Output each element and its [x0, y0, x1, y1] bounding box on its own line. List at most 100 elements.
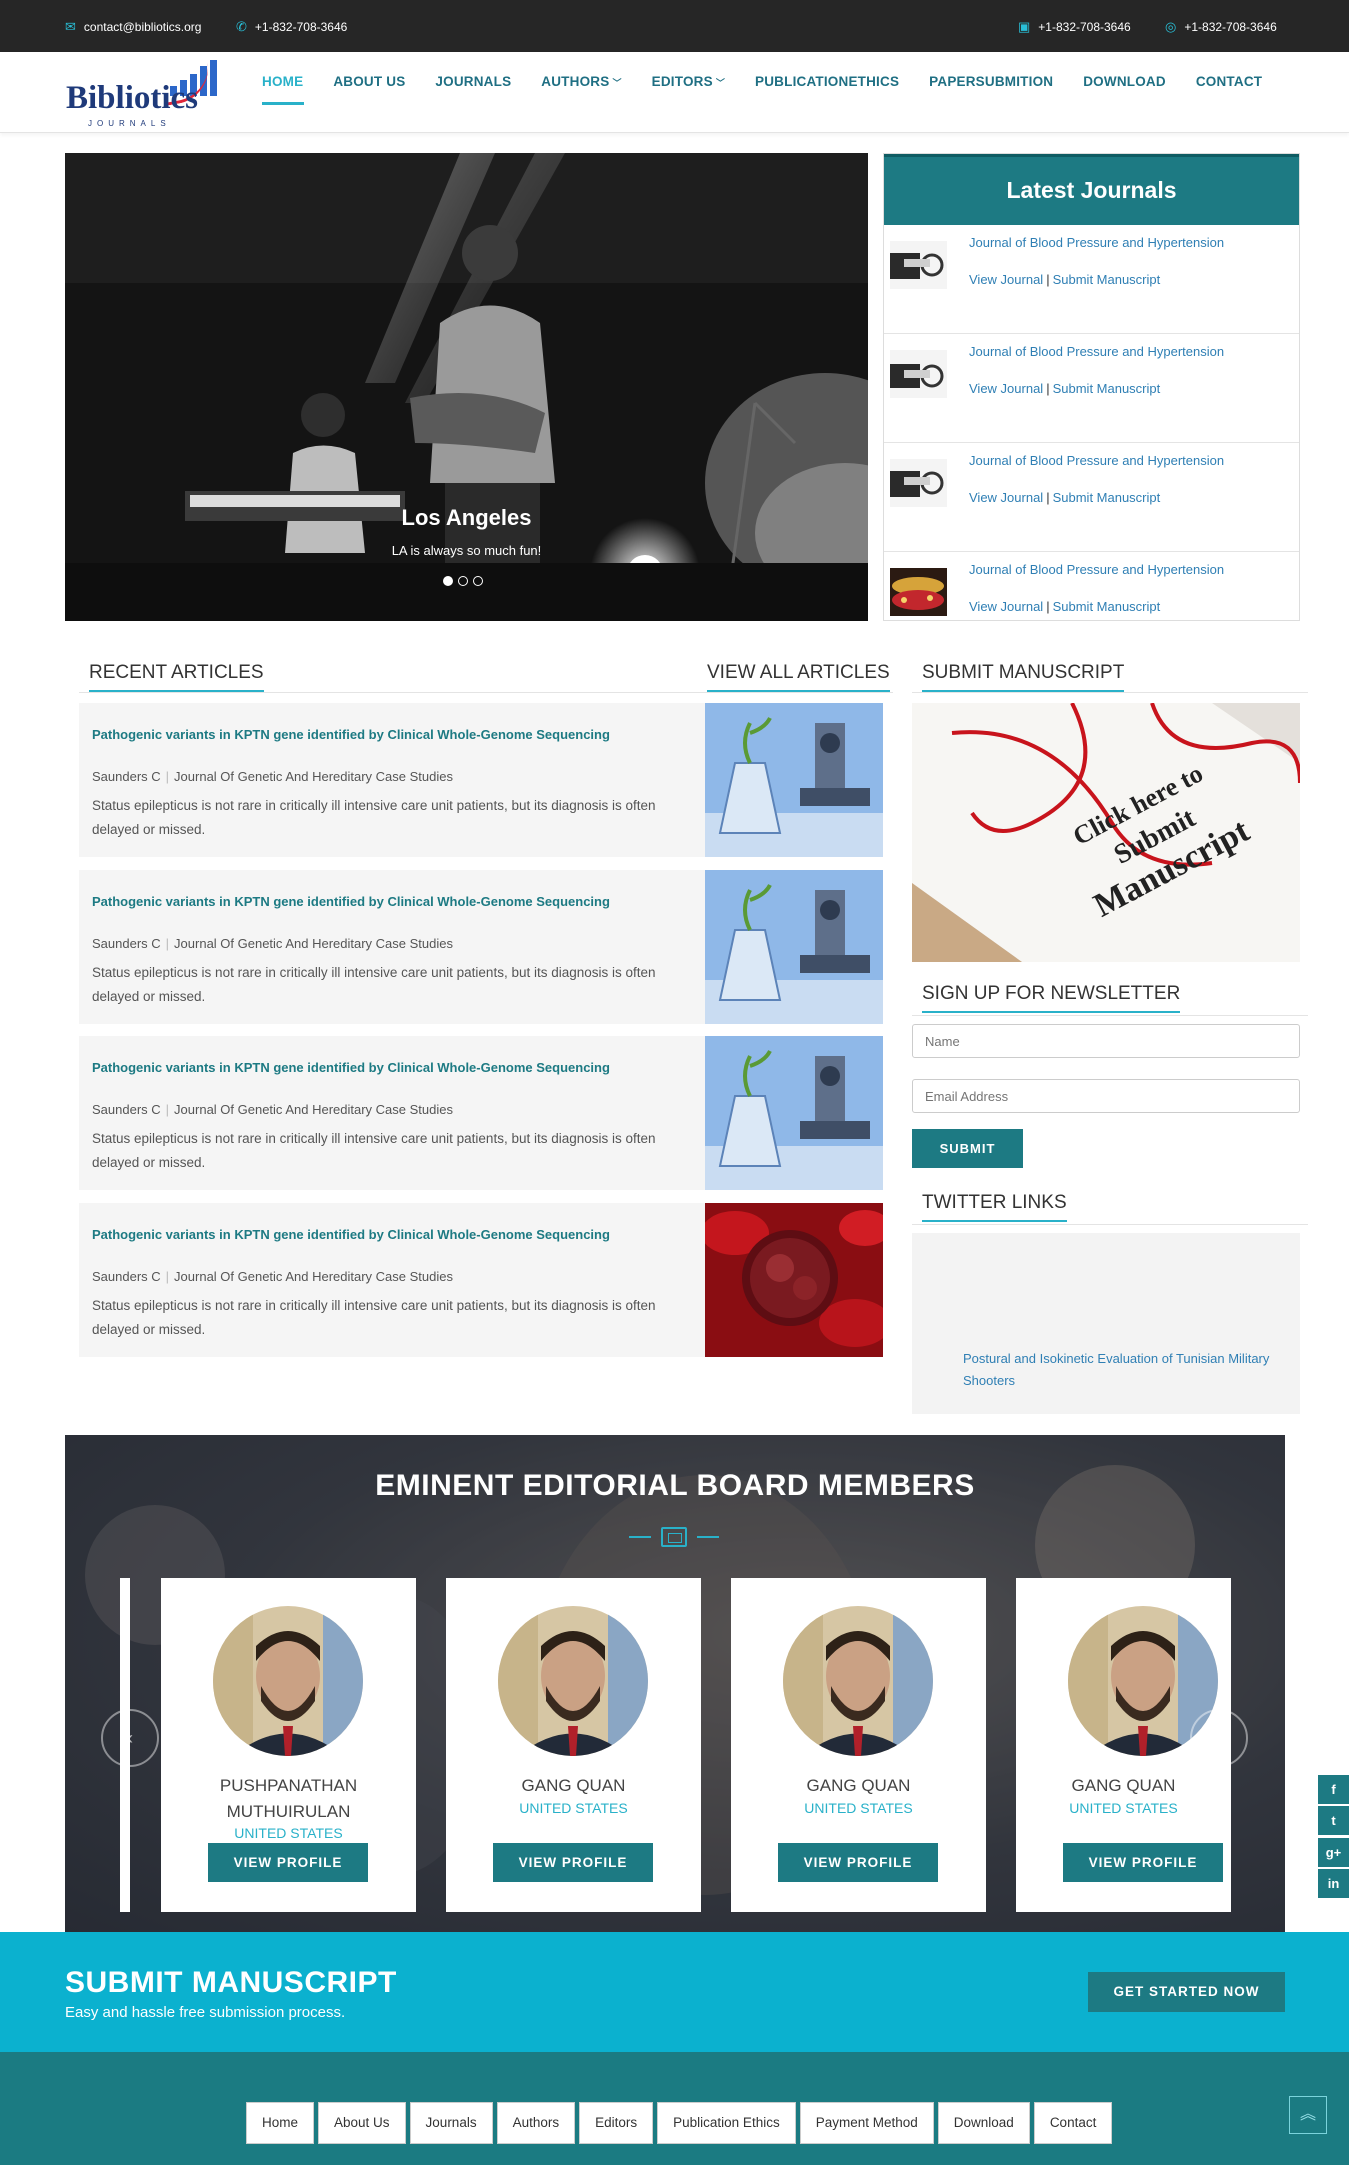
- topbar-phone[interactable]: ✆ +1-832-708-3646: [236, 19, 347, 35]
- topbar-fax[interactable]: ▣ +1-832-708-3646: [1018, 19, 1131, 35]
- view-journal-link[interactable]: View Journal: [969, 490, 1043, 505]
- footer-link-contact[interactable]: Contact: [1033, 2102, 1113, 2144]
- twitter-feed: Postural and Isokinetic Evaluation of Tu…: [912, 1233, 1300, 1414]
- journal-thumbnail[interactable]: [890, 241, 947, 289]
- article-title-link[interactable]: Pathogenic variants in KPTN gene identif…: [92, 1057, 632, 1079]
- whatsapp-text: +1-832-708-3646: [1184, 20, 1277, 34]
- board-title: EMINENT EDITORIAL BOARD MEMBERS: [375, 1469, 975, 1502]
- nav-contact[interactable]: CONTACT: [1196, 74, 1262, 89]
- journal-item: Journal of Blood Pressure and Hypertensi…: [884, 552, 1299, 661]
- topbar-whatsapp[interactable]: ◎ +1-832-708-3646: [1165, 19, 1277, 35]
- article-title-link[interactable]: Pathogenic variants in KPTN gene identif…: [92, 891, 632, 913]
- submit-manuscript-banner[interactable]: Click here to Submit Manuscript: [912, 703, 1300, 962]
- submit-manuscript-link[interactable]: Submit Manuscript: [1053, 599, 1161, 614]
- footer-link-journals[interactable]: Journals: [409, 2102, 493, 2144]
- topbar-email[interactable]: ✉ contact@bibliotics.org: [65, 19, 201, 35]
- journal-title-link[interactable]: Journal of Blood Pressure and Hypertensi…: [969, 344, 1224, 359]
- footer-link-editors[interactable]: Editors: [579, 2102, 654, 2144]
- journal-thumbnail[interactable]: [890, 350, 947, 398]
- nav-download[interactable]: DOWNLOAD: [1083, 74, 1166, 89]
- nav-paper-submission[interactable]: PAPERSUBMITION: [929, 74, 1053, 89]
- footer-link-payment[interactable]: Payment Method: [799, 2102, 934, 2144]
- view-profile-button[interactable]: VIEW PROFILE: [208, 1843, 368, 1882]
- article-image-lab[interactable]: [705, 1036, 883, 1190]
- linkedin-icon[interactable]: in: [1318, 1869, 1349, 1898]
- top-bar: ✉ contact@bibliotics.org ✆ +1-832-708-36…: [0, 0, 1349, 52]
- article-image-lab[interactable]: [705, 870, 883, 1024]
- article-journal: Journal Of Genetic And Hereditary Case S…: [174, 936, 453, 951]
- chevron-down-icon: ﹀: [612, 78, 622, 88]
- article-title-link[interactable]: Pathogenic variants in KPTN gene identif…: [92, 724, 632, 746]
- articles-divider: [79, 692, 893, 693]
- submit-manuscript-link[interactable]: Submit Manuscript: [1053, 272, 1161, 287]
- article-journal: Journal Of Genetic And Hereditary Case S…: [174, 769, 453, 784]
- journal-links: View Journal | Submit Manuscript: [969, 381, 1160, 396]
- submit-manuscript-link[interactable]: Submit Manuscript: [1053, 490, 1161, 505]
- get-started-button[interactable]: GET STARTED NOW: [1088, 1972, 1285, 2012]
- back-to-top-icon[interactable]: ︽: [1289, 2096, 1327, 2134]
- newsletter-submit-button[interactable]: SUBMIT: [912, 1129, 1023, 1168]
- journal-title-link[interactable]: Journal of Blood Pressure and Hypertensi…: [969, 235, 1224, 250]
- view-profile-button[interactable]: VIEW PROFILE: [778, 1843, 938, 1882]
- footer-link-home[interactable]: Home: [246, 2102, 315, 2144]
- latest-journals-panel: Latest Journals Journal of Blood Pressur…: [883, 153, 1300, 621]
- hero-slider[interactable]: Los Angeles LA is always so much fun!: [65, 153, 868, 621]
- article-description: Status epilepticus is not rare in critic…: [92, 798, 656, 837]
- phone-text: +1-832-708-3646: [254, 20, 348, 34]
- article-title-link[interactable]: Pathogenic variants in KPTN gene identif…: [92, 1224, 632, 1246]
- submit-manuscript-link[interactable]: Submit Manuscript: [1053, 381, 1161, 396]
- submit-cta-section: SUBMIT MANUSCRIPT Easy and hassle free s…: [0, 1932, 1349, 2052]
- view-all-articles-link[interactable]: VIEW ALL ARTICLES: [707, 662, 890, 692]
- meta-separator: |: [165, 769, 170, 784]
- journal-thumbnail[interactable]: [890, 459, 947, 507]
- footer-link-download[interactable]: Download: [937, 2102, 1030, 2144]
- article-author: Saunders C: [92, 936, 161, 951]
- nav-menu: HOME ABOUT US JOURNALS AUTHORS ﹀ EDITORS ﹀…: [262, 74, 1292, 105]
- nav-about[interactable]: ABOUT US: [333, 74, 405, 89]
- cta-title: SUBMIT MANUSCRIPT: [65, 1966, 397, 1999]
- hero-caption-text: LA is always so much fun!: [391, 543, 542, 558]
- logo-wordmark: Bibliotics: [66, 80, 199, 116]
- carousel-next-arrow[interactable]: ›: [1190, 1709, 1248, 1767]
- footer-link-authors[interactable]: Authors: [496, 2102, 576, 2144]
- phone-icon: ✆: [236, 19, 247, 34]
- view-journal-link[interactable]: View Journal: [969, 272, 1043, 287]
- nav-authors[interactable]: AUTHORS ﹀: [541, 74, 621, 89]
- submit-manuscript-heading: SUBMIT MANUSCRIPT: [922, 662, 1125, 692]
- slider-dot-1[interactable]: [443, 576, 453, 586]
- journal-title-link[interactable]: Journal of Blood Pressure and Hypertensi…: [969, 453, 1224, 468]
- nav-home[interactable]: HOME: [262, 74, 305, 105]
- name-input[interactable]: [912, 1024, 1300, 1058]
- site-logo[interactable]: Bibliotics JOURNALS: [66, 56, 226, 130]
- slider-dot-2[interactable]: [458, 576, 468, 586]
- view-profile-button[interactable]: VIEW PROFILE: [1063, 1843, 1223, 1882]
- journal-links: View Journal | Submit Manuscript: [969, 272, 1160, 287]
- google-plus-icon[interactable]: g+: [1318, 1838, 1349, 1867]
- twitter-article-link[interactable]: Postural and Isokinetic Evaluation of Tu…: [963, 1348, 1273, 1392]
- nav-authors-label: AUTHORS: [541, 74, 610, 89]
- slider-dots: [443, 576, 483, 586]
- editor-country: UNITED STATES: [1069, 1800, 1178, 1816]
- facebook-icon[interactable]: f: [1318, 1775, 1349, 1804]
- carousel-prev-arrow[interactable]: ‹: [101, 1709, 159, 1767]
- slider-dot-3[interactable]: [473, 576, 483, 586]
- meta-separator: |: [165, 1269, 170, 1284]
- nav-ethics[interactable]: PUBLICATIONETHICS: [755, 74, 899, 89]
- twitter-icon[interactable]: t: [1318, 1806, 1349, 1835]
- article-image-cells[interactable]: [705, 1203, 883, 1357]
- editor-card: GANG QUAN UNITED STATES VIEW PROFILE: [446, 1578, 701, 1912]
- article-image-lab[interactable]: [705, 703, 883, 857]
- view-journal-link[interactable]: View Journal: [969, 381, 1043, 396]
- footer-link-about[interactable]: About Us: [318, 2102, 406, 2144]
- view-profile-button[interactable]: VIEW PROFILE: [493, 1843, 653, 1882]
- journal-thumbnail[interactable]: [890, 568, 947, 616]
- nav-editors[interactable]: EDITORS ﹀: [652, 74, 725, 89]
- editor-country: UNITED STATES: [234, 1825, 343, 1841]
- article-author: Saunders C: [92, 1269, 161, 1284]
- journal-title-link[interactable]: Journal of Blood Pressure and Hypertensi…: [969, 562, 1224, 577]
- footer-link-ethics[interactable]: Publication Ethics: [657, 2102, 796, 2144]
- twitter-heading: TWITTER LINKS: [922, 1192, 1067, 1222]
- view-journal-link[interactable]: View Journal: [969, 599, 1043, 614]
- email-input[interactable]: [912, 1079, 1300, 1113]
- nav-journals[interactable]: JOURNALS: [435, 74, 511, 89]
